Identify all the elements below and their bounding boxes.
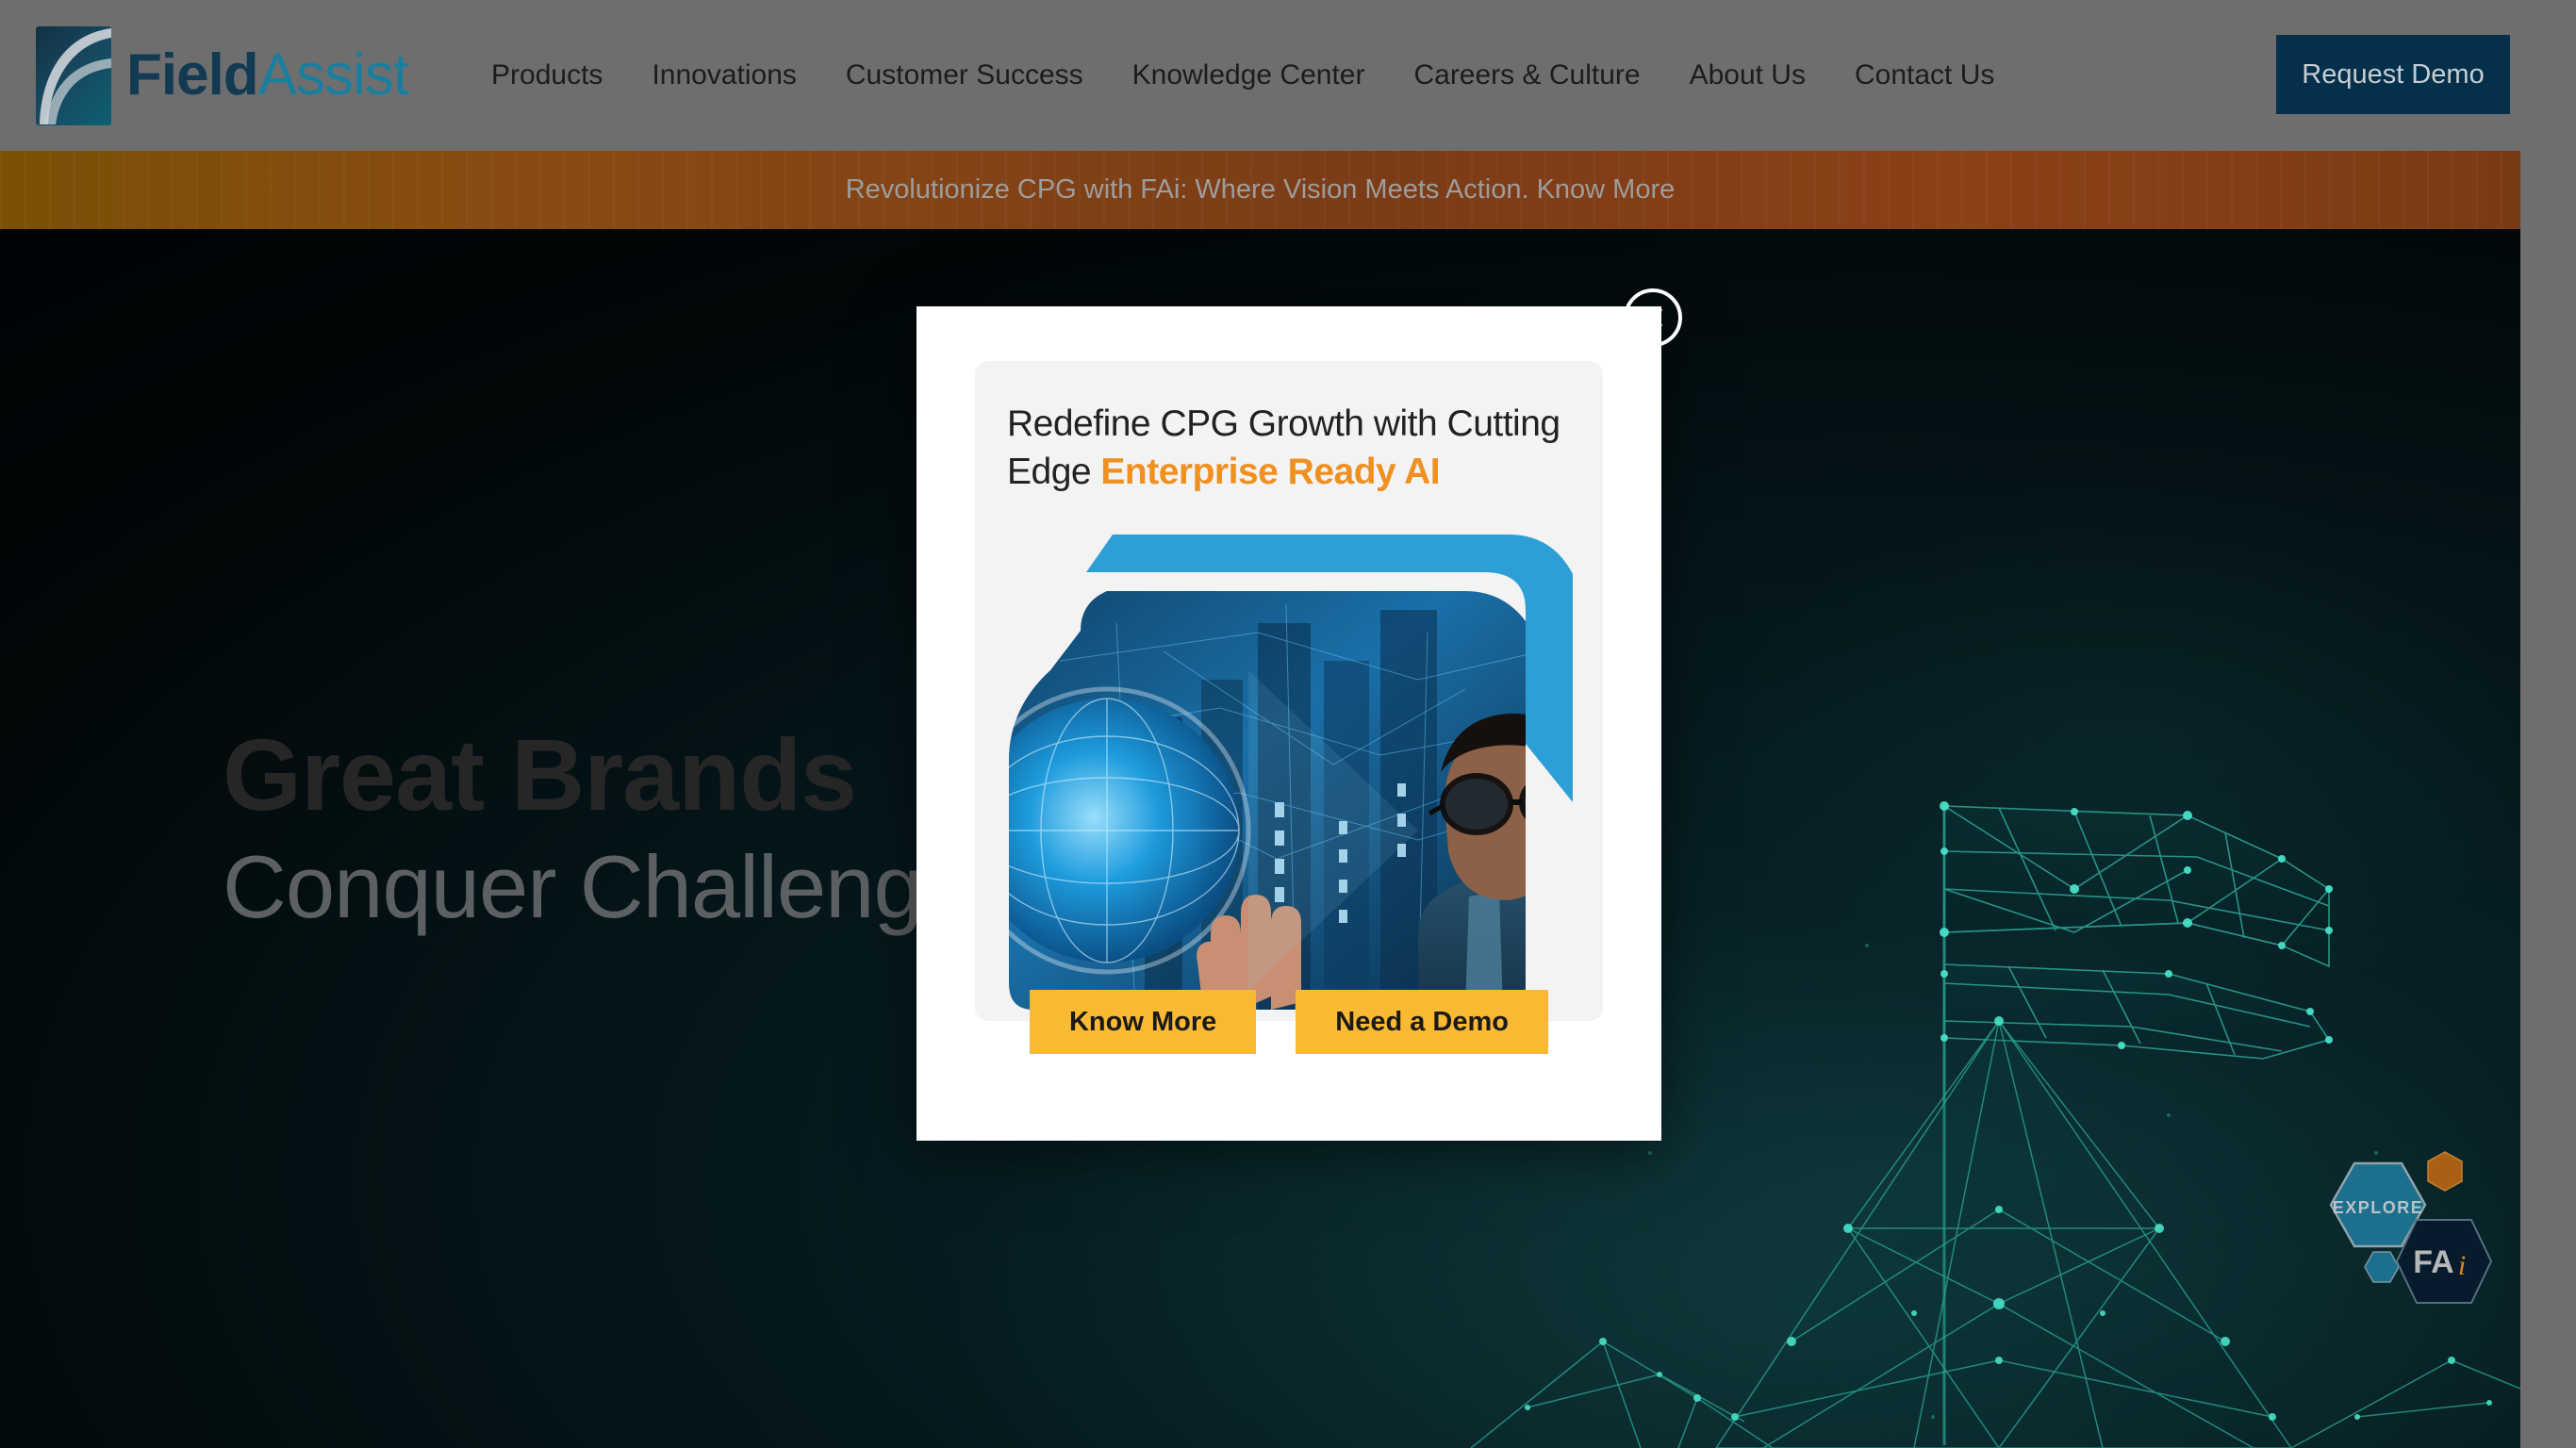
promo-modal: Redefine CPG Growth with Cutting Edge En…	[916, 306, 1661, 1141]
fieldassist-logo-mark-icon	[36, 25, 111, 125]
announcement-bar: Revolutionize CPG with FAi: Where Vision…	[0, 151, 2520, 229]
primary-navigation: Products Innovations Customer Success Kn…	[467, 59, 2019, 91]
site-header: FieldAssist Products Innovations Custome…	[0, 0, 2576, 151]
nav-item-innovations[interactable]: Innovations	[627, 59, 820, 91]
nav-item-contact-us[interactable]: Contact Us	[1830, 59, 2019, 91]
small-hexagon-icon	[2364, 1251, 2400, 1283]
need-a-demo-button[interactable]: Need a Demo	[1296, 990, 1548, 1054]
promo-modal-image	[975, 519, 1603, 1021]
logo-word-assist: Assist	[257, 42, 409, 107]
logo-word-field: Field	[126, 42, 259, 107]
browser-viewport: FieldAssist Products Innovations Custome…	[0, 0, 2576, 1448]
fai-label-main: FA	[2413, 1244, 2453, 1280]
site-logo[interactable]: FieldAssist	[36, 25, 409, 125]
promo-title-highlight: Enterprise Ready AI	[1100, 451, 1441, 492]
explore-fai-widget[interactable]: EXPLORE FA i	[2296, 1146, 2494, 1316]
nav-item-knowledge-center[interactable]: Knowledge Center	[1108, 59, 1390, 91]
nav-item-products[interactable]: Products	[467, 59, 627, 91]
close-icon	[1643, 308, 1662, 327]
know-more-button[interactable]: Know More	[1029, 990, 1257, 1054]
hero-headline-line1: Great Brands	[223, 717, 857, 831]
promo-modal-actions: Know More Need a Demo	[916, 990, 1661, 1054]
announcement-link[interactable]: Revolutionize CPG with FAi: Where Vision…	[846, 174, 1676, 206]
nav-item-customer-success[interactable]: Customer Success	[821, 59, 1108, 91]
explore-label: EXPLORE	[2333, 1198, 2424, 1217]
nav-item-careers-culture[interactable]: Careers & Culture	[1389, 59, 1664, 91]
promo-modal-title: Redefine CPG Growth with Cutting Edge En…	[975, 361, 1603, 496]
nav-item-about-us[interactable]: About Us	[1665, 59, 1830, 91]
hero-headline: Great Brands Conquer Challenges	[223, 717, 1015, 942]
request-demo-button[interactable]: Request Demo	[2276, 35, 2510, 114]
logo-wordmark: FieldAssist	[126, 46, 409, 105]
promo-modal-card: Redefine CPG Growth with Cutting Edge En…	[975, 361, 1603, 1021]
accent-hexagon-icon	[2427, 1151, 2463, 1192]
close-modal-button[interactable]	[1624, 288, 1682, 347]
fai-label-accent: i	[2458, 1250, 2466, 1281]
viewport-edge-strip	[2520, 151, 2576, 1448]
hero-headline-line2: Conquer Challenges	[223, 836, 1015, 936]
